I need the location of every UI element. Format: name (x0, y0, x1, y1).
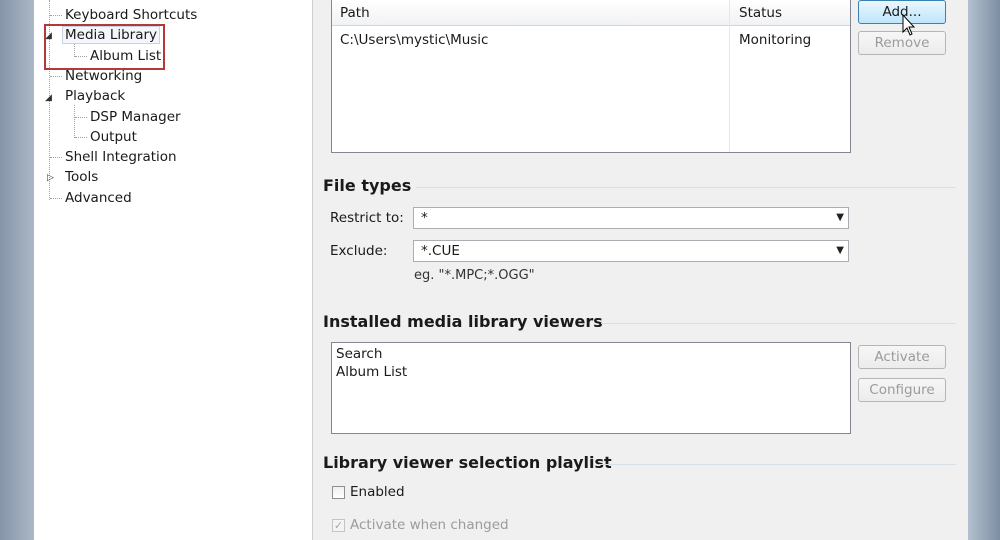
tree-line (75, 117, 87, 118)
exclude-value: *.CUE (421, 243, 460, 259)
preferences-tree[interactable]: Keyboard Shortcuts ◢ Media Library Album… (34, 0, 313, 540)
tree-line (50, 198, 62, 199)
mouse-pointer-icon (902, 14, 916, 36)
restrict-to-combobox[interactable]: * ▼ (413, 207, 849, 229)
viewers-heading: Installed media library viewers (323, 312, 603, 331)
file-types-heading: File types (323, 176, 412, 195)
tree-item-label: Playback (65, 88, 126, 104)
activate-when-changed-label[interactable]: Activate when changed (350, 517, 509, 533)
tree-line (50, 76, 62, 77)
section-divider (599, 464, 956, 465)
tree-item-label: Output (90, 129, 137, 145)
tree-item-keyboard-shortcuts[interactable]: Keyboard Shortcuts (65, 6, 197, 24)
annotation-highlight-box (44, 24, 165, 70)
tree-line (75, 137, 87, 138)
folder-status: Monitoring (739, 32, 812, 48)
column-header-path[interactable]: Path (340, 5, 370, 21)
restrict-to-label: Restrict to: (330, 210, 404, 226)
activate-button[interactable]: Activate (858, 345, 946, 369)
list-header: Path Status (332, 0, 850, 26)
tree-item-label: Networking (65, 68, 143, 84)
tree-item-advanced[interactable]: Advanced (65, 189, 132, 207)
chevron-down-icon[interactable]: ▼ (836, 212, 844, 223)
exclude-hint: eg. "*.MPC;*.OGG" (414, 268, 535, 283)
exclude-combobox[interactable]: *.CUE ▼ (413, 240, 849, 262)
window-frame-right (968, 0, 1000, 540)
viewers-list[interactable]: Search Album List (331, 342, 851, 434)
tree-line (50, 15, 62, 16)
expanded-arrow-icon[interactable]: ◢ (45, 93, 52, 103)
tree-item-label: Advanced (65, 190, 132, 206)
folder-path: C:\Users\mystic\Music (340, 32, 489, 48)
tree-item-shell-integration[interactable]: Shell Integration (65, 148, 177, 166)
section-divider (601, 323, 956, 324)
exclude-label: Exclude: (330, 243, 388, 259)
tree-item-dsp-manager[interactable]: DSP Manager (90, 108, 181, 126)
tree-item-label: Shell Integration (65, 149, 177, 165)
chevron-down-icon[interactable]: ▼ (836, 245, 844, 256)
column-header-status[interactable]: Status (739, 5, 782, 21)
restrict-to-value: * (421, 210, 428, 226)
tree-item-playback[interactable]: Playback (65, 87, 125, 105)
playlist-heading: Library viewer selection playlist (323, 453, 612, 472)
column-divider (729, 0, 730, 152)
tree-item-tools[interactable]: Tools (65, 168, 98, 186)
list-item[interactable]: Album List (336, 364, 407, 380)
tree-item-output[interactable]: Output (90, 128, 137, 146)
tree-line (74, 105, 75, 138)
media-library-page: Path Status C:\Users\mystic\Music Monito… (313, 0, 968, 540)
enabled-checkbox[interactable] (332, 486, 345, 499)
enabled-label[interactable]: Enabled (350, 484, 405, 500)
tree-line (50, 157, 62, 158)
window-frame-left (0, 0, 34, 540)
list-item[interactable]: Search (336, 346, 382, 362)
section-divider (416, 187, 956, 188)
configure-button[interactable]: Configure (858, 378, 946, 402)
tree-item-label: Tools (65, 169, 99, 185)
tree-item-label: DSP Manager (90, 109, 181, 125)
collapsed-arrow-icon[interactable]: ▷ (47, 173, 54, 183)
monitored-folders-list[interactable]: Path Status C:\Users\mystic\Music Monito… (331, 0, 851, 153)
activate-when-changed-checkbox[interactable]: ✓ (332, 519, 345, 532)
tree-item-label: Keyboard Shortcuts (65, 7, 198, 23)
